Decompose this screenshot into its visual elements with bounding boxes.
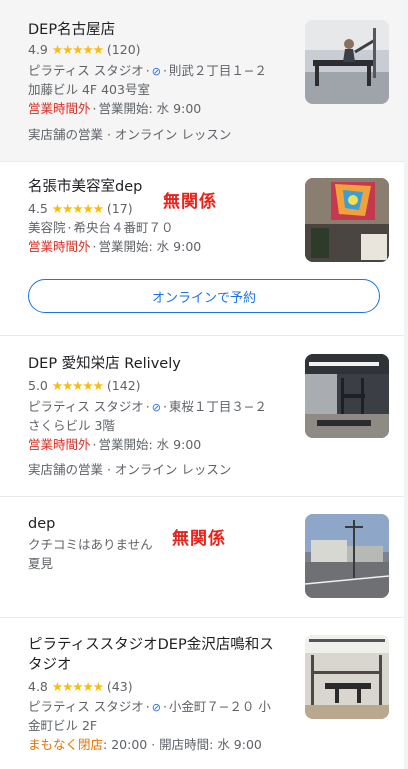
place-photo[interactable] bbox=[305, 354, 389, 438]
place-photo[interactable] bbox=[305, 635, 389, 719]
open-status: 営業時間外 bbox=[28, 101, 91, 116]
place-name[interactable]: DEP 愛知栄店 Relively bbox=[28, 354, 181, 374]
star-rating-icon: ★★★★★ bbox=[51, 679, 104, 694]
book-online-button[interactable]: オンラインで予約 bbox=[28, 279, 380, 313]
open-status: 営業時間外 bbox=[28, 239, 91, 254]
rating-value: 4.9 bbox=[28, 42, 48, 57]
review-count[interactable]: (17) bbox=[107, 199, 133, 218]
opening-hours: 営業開始: 水 9:00 bbox=[98, 437, 202, 452]
category-address: ピラティス スタジオ · ⊘ · 則武２丁目１−２ bbox=[28, 63, 267, 78]
no-delivery-icon: ⊘ bbox=[151, 701, 161, 714]
place-photo[interactable] bbox=[305, 514, 389, 598]
opening-hours: : 20:00 · 開店時間: 水 9:00 bbox=[103, 737, 262, 752]
hours-row: 営業時間外 · 営業開始: 水 9:00 bbox=[28, 239, 202, 254]
service-options: 実店舗の営業 · オンライン レッスン bbox=[28, 462, 232, 477]
address: 則武２丁目１−２ bbox=[168, 63, 267, 78]
review-count[interactable]: (142) bbox=[107, 376, 141, 395]
rating-row: 5.0 ★★★★★ (142) bbox=[28, 376, 141, 395]
result-card-dep[interactable]: dep 無関係 クチコミはありません 夏見 bbox=[0, 497, 404, 618]
place-photo[interactable] bbox=[305, 178, 389, 262]
address: 小金町７−２０ 小 bbox=[168, 699, 271, 714]
opening-hours: 営業開始: 水 9:00 bbox=[98, 101, 202, 116]
address-line2: 加藤ビル 4F 403号室 bbox=[28, 82, 150, 97]
category-address: ピラティス スタジオ · ⊘ · 小金町７−２０ 小 bbox=[28, 699, 271, 714]
category: ピラティス スタジオ bbox=[28, 399, 144, 414]
service-options: 実店舗の営業 · オンライン レッスン bbox=[28, 127, 232, 142]
category-address: 美容院 · 希央台４番町７０ bbox=[28, 220, 174, 235]
hours-row: 営業時間外 · 営業開始: 水 9:00 bbox=[28, 101, 202, 116]
hours-row: 営業時間外 · 営業開始: 水 9:00 bbox=[28, 437, 202, 452]
place-photo[interactable] bbox=[305, 20, 389, 104]
category: 美容院 bbox=[28, 220, 66, 235]
unrelated-annotation: 無関係 bbox=[163, 192, 217, 212]
no-delivery-icon: ⊘ bbox=[151, 65, 161, 78]
rating-value: 5.0 bbox=[28, 378, 48, 393]
hours-row: まもなく閉店: 20:00 · 開店時間: 水 9:00 bbox=[28, 735, 262, 754]
result-card-dep-nagoya[interactable]: DEP名古屋店 4.9 ★★★★★ (120) ピラティス スタジオ · ⊘ · 則武２… bbox=[0, 0, 404, 162]
address: 希央台４番町７０ bbox=[73, 220, 174, 235]
rating-row: 4.5 ★★★★★ (17) bbox=[28, 199, 133, 218]
rating-value: 4.5 bbox=[28, 201, 48, 216]
place-name-line1[interactable]: ピラティススタジオDEP金沢店鳴和ス bbox=[28, 635, 274, 655]
place-name-line2[interactable]: タジオ bbox=[28, 655, 72, 675]
star-rating-icon: ★★★★★ bbox=[51, 201, 104, 216]
category-address: ピラティス スタジオ · ⊘ · 東桜１丁目３−２ bbox=[28, 399, 267, 414]
results-panel: DEP名古屋店 4.9 ★★★★★ (120) ピラティス スタジオ · ⊘ · 則武２… bbox=[0, 0, 405, 769]
scrollbar[interactable] bbox=[404, 0, 408, 769]
place-name[interactable]: dep bbox=[28, 514, 55, 534]
place-name[interactable]: DEP名古屋店 bbox=[28, 20, 115, 40]
address: 東桜１丁目３−２ bbox=[168, 399, 267, 414]
open-status: まもなく閉店 bbox=[28, 737, 104, 752]
review-count[interactable]: (120) bbox=[107, 40, 141, 59]
result-card-dep-kanazawa[interactable]: ピラティススタジオDEP金沢店鳴和ス タジオ 4.8 ★★★★★ (43) ピラ… bbox=[0, 618, 404, 769]
opening-hours: 営業開始: 水 9:00 bbox=[98, 239, 202, 254]
star-rating-icon: ★★★★★ bbox=[51, 378, 104, 393]
result-card-nabari-salon[interactable]: 名張市美容室dep 無関係 4.5 ★★★★★ (17) 美容院 · 希央台４番町７… bbox=[0, 162, 404, 336]
open-status: 営業時間外 bbox=[28, 437, 91, 452]
rating-row: 4.8 ★★★★★ (43) bbox=[28, 677, 133, 696]
address-line2: さくらビル 3階 bbox=[28, 418, 115, 433]
category: ピラティス スタジオ bbox=[28, 699, 144, 714]
result-card-dep-aichi-sakae[interactable]: DEP 愛知栄店 Relively 5.0 ★★★★★ (142) ピラティス … bbox=[0, 336, 404, 497]
rating-value: 4.8 bbox=[28, 679, 48, 694]
star-rating-icon: ★★★★★ bbox=[51, 42, 104, 57]
review-count[interactable]: (43) bbox=[107, 677, 133, 696]
address-line2: 金町ビル 2F bbox=[28, 718, 98, 733]
category: ピラティス スタジオ bbox=[28, 63, 144, 78]
no-reviews-text: クチコミはありません bbox=[28, 537, 153, 552]
unrelated-annotation: 無関係 bbox=[172, 529, 226, 549]
area: 夏見 bbox=[28, 556, 54, 571]
no-delivery-icon: ⊘ bbox=[151, 401, 161, 414]
place-name[interactable]: 名張市美容室dep bbox=[28, 177, 142, 197]
rating-row: 4.9 ★★★★★ (120) bbox=[28, 40, 141, 59]
